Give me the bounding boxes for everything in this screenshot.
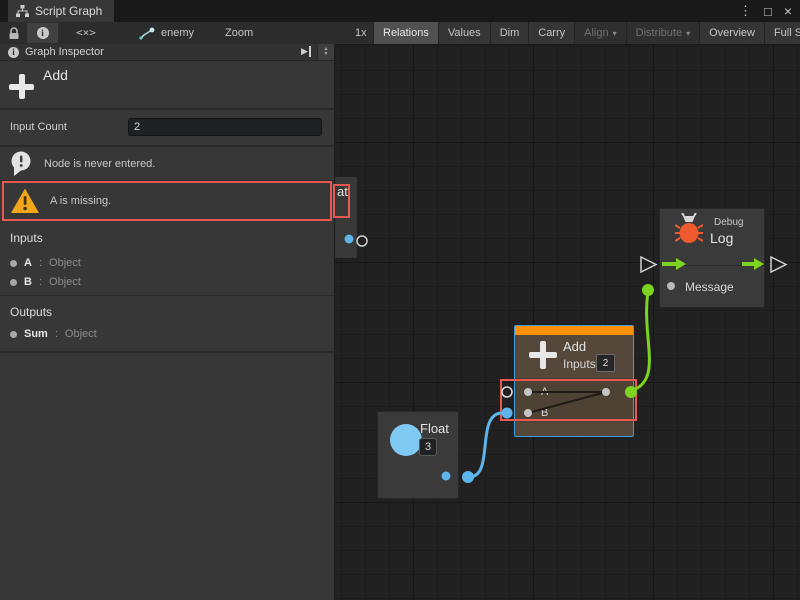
overflow-menu-icon[interactable]: ⋮ — [739, 3, 752, 19]
port-name: Sum — [24, 328, 48, 340]
divider — [660, 265, 764, 266]
node-category: Debug — [714, 217, 743, 228]
port-type: Object — [49, 276, 81, 288]
divider — [0, 108, 334, 110]
spinner-down-icon[interactable]: ▼ — [324, 52, 329, 57]
dock-icon[interactable]: ▶ — [301, 46, 311, 57]
node-subtitle: Inputs — [563, 357, 596, 371]
node-title: Float — [420, 421, 449, 436]
plus-icon — [19, 74, 25, 99]
unity-script-graph-window: Script Graph ⋮ □ × i <×> enemy Zoom 1x R — [0, 0, 800, 600]
message-text: Node is never entered. — [44, 158, 155, 170]
message-row: Node is never entered. — [0, 147, 334, 181]
inspected-node-title: Add — [43, 67, 68, 83]
graph-canvas[interactable] — [335, 45, 800, 600]
window-controls: ⋮ □ × — [739, 0, 792, 22]
divider — [0, 351, 334, 353]
info-circle-icon: i — [8, 47, 19, 58]
error-highlight-box — [500, 379, 637, 421]
port-separator: : — [39, 257, 42, 269]
info-icon: i — [37, 27, 49, 39]
divider — [0, 295, 334, 296]
overview-button[interactable]: Overview — [699, 22, 764, 44]
close-icon[interactable]: × — [784, 3, 792, 19]
input-count-field[interactable] — [128, 118, 322, 136]
carry-button[interactable]: Carry — [528, 22, 574, 44]
port-type: Object — [49, 257, 81, 269]
inspector-toggle-button[interactable]: i — [27, 23, 58, 43]
error-highlight-box — [333, 184, 350, 218]
align-button[interactable]: Align ▾ — [574, 22, 625, 44]
dim-button[interactable]: Dim — [490, 22, 529, 44]
relations-button[interactable]: Relations — [373, 22, 438, 44]
port-type: Object — [65, 328, 97, 340]
chevron-down-icon: ▾ — [686, 29, 690, 38]
port-row-sum[interactable]: Sum : Object — [10, 328, 97, 340]
values-button[interactable]: Values — [438, 22, 490, 44]
port-row-a[interactable]: A : Object — [10, 257, 81, 269]
node-title: Add — [563, 339, 586, 354]
toolbar: i <×> enemy Zoom 1x Relations Values Dim… — [0, 22, 800, 45]
port-name: A — [24, 257, 32, 269]
bug-icon — [675, 213, 703, 247]
maximize-icon[interactable]: □ — [764, 4, 772, 19]
panel-header: i Graph Inspector ▶ ▲ ▼ — [0, 44, 334, 61]
node-title: Log — [710, 230, 733, 246]
tab-label: Script Graph — [35, 4, 102, 18]
speech-bubble-icon — [10, 151, 34, 177]
panel-title: Graph Inspector — [25, 46, 104, 58]
graph-name-label[interactable]: enemy — [161, 27, 194, 39]
code-icon[interactable]: <×> — [76, 26, 96, 39]
lock-icon[interactable] — [8, 27, 20, 40]
port-separator: : — [39, 276, 42, 288]
port-dot-icon — [10, 331, 17, 338]
plus-icon — [540, 341, 546, 369]
graph-reference-icon — [139, 27, 155, 40]
graph-inspector-panel: i Graph Inspector ▶ ▲ ▼ Add Input Count … — [0, 44, 335, 600]
outputs-header: Outputs — [10, 305, 52, 319]
inputs-header: Inputs — [10, 231, 43, 245]
input-count-label: Input Count — [10, 121, 67, 133]
message-port-label: Message — [685, 280, 734, 294]
zoom-value: 1x — [355, 27, 367, 39]
input-count-badge[interactable]: 2 — [596, 354, 615, 372]
titlebar: Script Graph ⋮ □ × — [0, 0, 800, 22]
toolbar-buttons: Relations Values Dim Carry Align ▾ Distr… — [373, 22, 800, 44]
node-debug-log[interactable]: Debug Log Message — [659, 208, 765, 308]
port-name: B — [24, 276, 32, 288]
chevron-down-icon: ▾ — [613, 29, 617, 38]
node-header-bar — [515, 326, 633, 335]
scroll-spinner[interactable]: ▲ ▼ — [317, 44, 334, 60]
warning-highlight-box — [2, 181, 332, 221]
full-screen-button[interactable]: Full Screen — [764, 22, 800, 44]
port-dot-icon — [10, 260, 17, 267]
port-dot-icon — [10, 279, 17, 286]
node-float[interactable]: Float 3 — [377, 411, 459, 499]
zoom-label: Zoom — [225, 27, 253, 39]
distribute-button[interactable]: Distribute ▾ — [626, 22, 699, 44]
port-row-b[interactable]: B : Object — [10, 276, 81, 288]
port-separator: : — [55, 328, 58, 340]
tab-script-graph[interactable]: Script Graph — [8, 0, 114, 22]
float-value-field[interactable]: 3 — [419, 438, 437, 456]
float-type-icon — [390, 424, 422, 456]
script-graph-tab-icon — [16, 5, 29, 17]
